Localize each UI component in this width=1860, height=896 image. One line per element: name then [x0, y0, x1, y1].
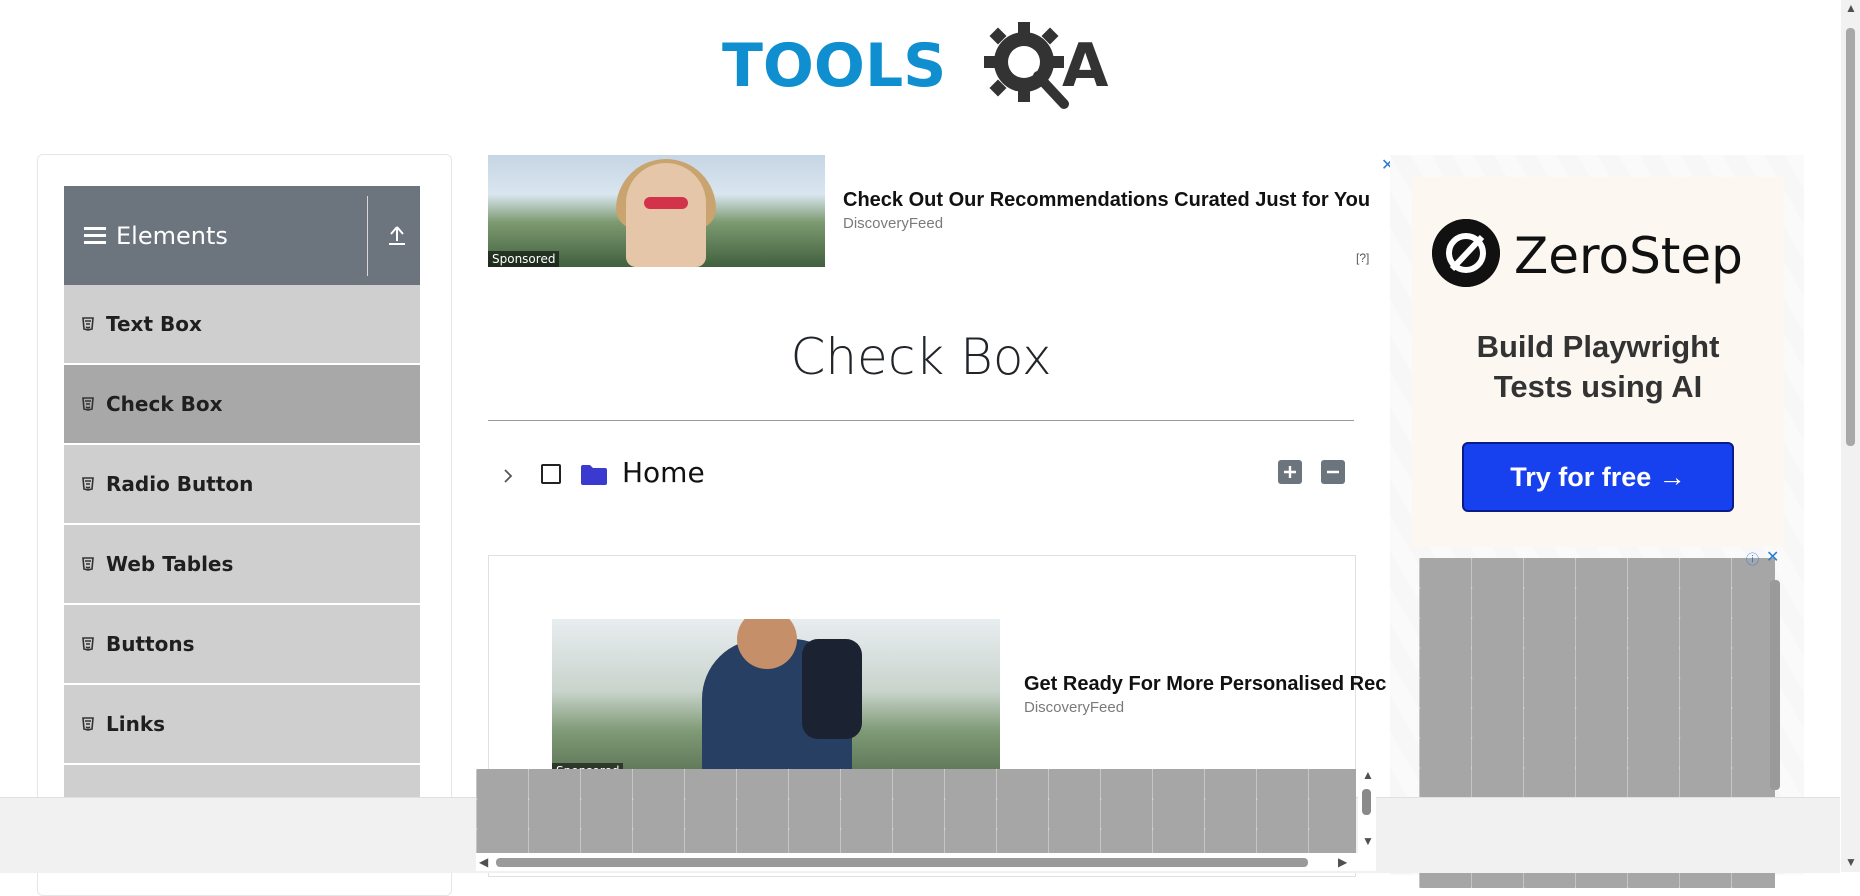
title-divider: [488, 420, 1354, 421]
chevron-right-icon[interactable]: [500, 464, 516, 488]
sidebar-item-label: Text Box: [106, 312, 202, 336]
ad-image[interactable]: Sponsored: [552, 619, 1000, 779]
ad-tagline: Build Playwright Tests using AI: [1412, 327, 1784, 407]
sidebar-item-label: Radio Button: [106, 472, 254, 496]
collapse-all-button[interactable]: [1321, 460, 1345, 484]
logo-tools-text: TOOLS: [722, 31, 947, 101]
toolsqa-logo[interactable]: TOOLS A: [722, 18, 1124, 118]
hamburger-icon: [84, 227, 106, 245]
elements-menu: Text Box Check Box Radio Button Web Tabl…: [64, 285, 420, 845]
mid-ad-banner[interactable]: Sponsored Get Ready For More Personalise…: [552, 619, 1392, 779]
sidebar-item-check-box[interactable]: Check Box: [64, 365, 420, 445]
ad-image[interactable]: Sponsored: [488, 155, 825, 267]
collapse-group-icon[interactable]: [382, 220, 412, 250]
ad-info-link[interactable]: [?]: [1356, 251, 1369, 265]
html5-icon: [82, 317, 94, 331]
sidebar-item-web-tables[interactable]: Web Tables: [64, 525, 420, 605]
scroll-right-icon[interactable]: ▶: [1338, 856, 1347, 868]
scroll-up-icon[interactable]: ▲: [1362, 769, 1374, 781]
sidebar-item-label: Web Tables: [106, 552, 234, 576]
ad-placeholder[interactable]: [476, 769, 1356, 853]
ad-headline[interactable]: Get Ready For More Personalised Rec: [1024, 673, 1386, 696]
sidebar-item-label: Buttons: [106, 632, 195, 656]
folder-icon: [581, 465, 607, 485]
home-checkbox[interactable]: [541, 464, 561, 484]
top-ad-banner[interactable]: Sponsored Check Out Our Recommendations …: [488, 155, 1394, 267]
sidebar-item-buttons[interactable]: Buttons: [64, 605, 420, 685]
scroll-down-icon[interactable]: ▼: [1362, 835, 1374, 847]
html5-icon: [82, 557, 94, 571]
ad-info-icon[interactable]: ⓘ: [1746, 549, 1762, 567]
ad-image-backpack: [802, 639, 862, 739]
page-scrollbar[interactable]: ▲ ▼: [1841, 0, 1860, 872]
ad-vertical-scrollbar[interactable]: ▲ ▼: [1358, 769, 1376, 853]
html5-icon: [82, 717, 94, 731]
ad-source[interactable]: DiscoveryFeed: [843, 215, 943, 232]
sidebar-item-label: Check Box: [106, 392, 223, 416]
html5-icon: [82, 397, 94, 411]
ad-image-person: [626, 163, 706, 267]
ad-source[interactable]: DiscoveryFeed: [1024, 699, 1124, 716]
bottom-ad-frame[interactable]: ▲ ▼ ◀ ▶: [476, 769, 1376, 872]
try-for-free-button[interactable]: Try for free →: [1462, 442, 1734, 512]
ad-tagline-line: Tests using AI: [1493, 369, 1703, 404]
html5-icon: [82, 637, 94, 651]
page-title: Check Box: [790, 328, 1052, 386]
ad-horizontal-scrollbar[interactable]: ◀ ▶: [476, 853, 1376, 871]
tree-node-home: Home: [500, 456, 1350, 496]
ad-close-icon[interactable]: ✕: [1766, 547, 1779, 567]
ad-headline[interactable]: Check Out Our Recommendations Curated Ju…: [843, 189, 1370, 212]
scrollbar-thumb[interactable]: [1846, 28, 1855, 446]
zerostep-ad-card[interactable]: ZeroStep Build Playwright Tests using AI…: [1412, 177, 1784, 547]
zerostep-brand: ZeroStep: [1514, 227, 1743, 285]
sidebar-item-text-box[interactable]: Text Box: [64, 285, 420, 365]
scroll-up-icon[interactable]: ▲: [1845, 2, 1857, 14]
divider: [367, 196, 368, 276]
zerostep-logo-icon: [1432, 219, 1500, 287]
scrollbar-thumb[interactable]: [496, 858, 1308, 867]
scroll-down-icon[interactable]: ▼: [1845, 856, 1857, 868]
logo-a-text: A: [1062, 31, 1109, 101]
sidebar-item-radio-button[interactable]: Radio Button: [64, 445, 420, 525]
elements-group-header[interactable]: Elements: [64, 186, 420, 285]
right-ad[interactable]: ZeroStep Build Playwright Tests using AI…: [1390, 155, 1804, 888]
scrollbar-thumb[interactable]: [1362, 789, 1371, 815]
ad-tagline-line: Build Playwright: [1476, 329, 1720, 364]
tree-node-label[interactable]: Home: [622, 456, 705, 489]
sidebar-item-label: Links: [106, 712, 166, 736]
scroll-left-icon[interactable]: ◀: [479, 856, 488, 868]
elements-group-title: Elements: [84, 222, 228, 250]
ad-scrollbar-thumb[interactable]: [1770, 580, 1780, 790]
group-title-label: Elements: [116, 222, 228, 250]
ad-image-sunglasses: [644, 197, 688, 209]
html5-icon: [82, 477, 94, 491]
sponsored-badge: Sponsored: [488, 251, 560, 267]
sidebar-item-links[interactable]: Links: [64, 685, 420, 765]
expand-all-button[interactable]: [1278, 460, 1302, 484]
